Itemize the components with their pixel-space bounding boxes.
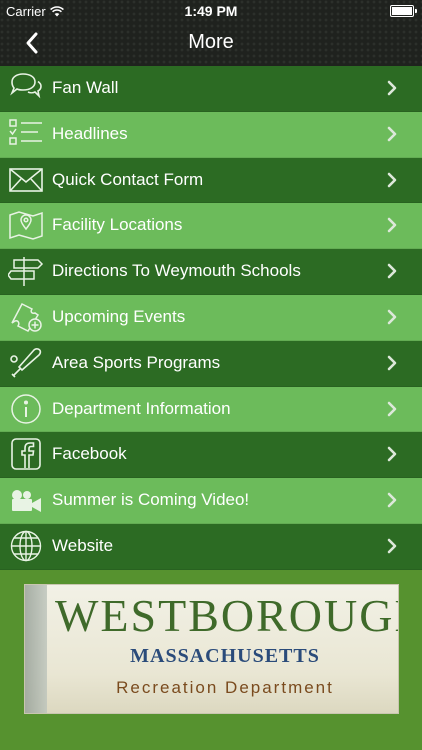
globe-icon xyxy=(8,530,44,562)
map-pin-icon xyxy=(8,209,44,241)
banner-department-name: Recreation Department xyxy=(116,678,334,697)
chevron-right-icon xyxy=(387,309,397,325)
chevron-right-icon xyxy=(387,126,397,142)
menu-item-label: Facebook xyxy=(52,444,127,464)
info-icon xyxy=(8,393,44,425)
menu-item-label: Headlines xyxy=(52,123,128,143)
banner-state-name: MASSACHUSETTS xyxy=(130,645,320,667)
envelope-icon xyxy=(8,164,44,196)
chevron-right-icon xyxy=(387,401,397,416)
video-camera-icon xyxy=(8,484,44,516)
menu-item-label: Department Information xyxy=(52,398,231,418)
chevron-right-icon xyxy=(387,447,397,462)
menu-item-label: Quick Contact Form xyxy=(52,169,204,189)
battery-icon xyxy=(390,5,417,17)
chevron-right-icon xyxy=(387,263,397,279)
menu-item-website[interactable]: Website xyxy=(0,523,422,570)
top-bar: Carrier 1:49 PM More xyxy=(0,0,422,67)
menu-item-area-sports-programs[interactable]: Area Sports Programs xyxy=(0,340,422,387)
page-title: More xyxy=(188,31,234,53)
menu-item-label: Facility Locations xyxy=(52,215,183,235)
menu-item-directions[interactable]: Directions To Weymouth Schools xyxy=(0,249,422,295)
department-banner: WESTBOROUGH MASSACHUSETTS Recreation Dep… xyxy=(24,584,399,714)
menu-item-upcoming-events[interactable]: Upcoming Events xyxy=(0,294,422,341)
menu-item-summer-video[interactable]: Summer is Coming Video! xyxy=(0,478,422,524)
menu-item-label: Fan Wall xyxy=(52,78,119,97)
menu-item-facility-locations[interactable]: Facility Locations xyxy=(0,203,422,250)
speech-bubbles-icon xyxy=(8,72,44,104)
menu-item-facebook[interactable]: Facebook xyxy=(0,432,422,479)
menu-list: Fan Wall Headlines Quick Contact Form Fa… xyxy=(0,66,422,570)
menu-item-label: Summer is Coming Video! xyxy=(52,490,250,510)
chevron-right-icon xyxy=(387,172,397,187)
baseball-bat-icon xyxy=(8,347,44,379)
status-bar: Carrier 1:49 PM xyxy=(0,0,422,22)
signpost-icon xyxy=(8,255,44,287)
ticket-add-icon xyxy=(8,301,44,333)
checklist-icon xyxy=(8,118,44,150)
menu-item-label: Upcoming Events xyxy=(52,306,186,326)
chevron-right-icon xyxy=(387,538,397,554)
banner-rock-image xyxy=(25,585,47,713)
menu-item-fan-wall[interactable]: Fan Wall xyxy=(0,66,422,112)
chevron-right-icon xyxy=(387,355,397,371)
navigation-bar: More xyxy=(0,22,422,66)
menu-item-label: Directions To Weymouth Schools xyxy=(52,261,301,281)
menu-item-quick-contact-form[interactable]: Quick Contact Form xyxy=(0,157,422,204)
chevron-right-icon xyxy=(387,80,397,96)
menu-item-label: Website xyxy=(52,535,114,555)
menu-item-label: Area Sports Programs xyxy=(52,352,221,372)
facebook-icon xyxy=(8,438,44,471)
status-time: 1:49 PM xyxy=(184,3,238,19)
banner-town-name: WESTBOROUGH xyxy=(55,590,399,641)
menu-item-department-information[interactable]: Department Information xyxy=(0,386,422,433)
menu-item-headlines[interactable]: Headlines xyxy=(0,111,422,158)
chevron-right-icon xyxy=(387,492,397,508)
chevron-right-icon xyxy=(387,218,397,233)
